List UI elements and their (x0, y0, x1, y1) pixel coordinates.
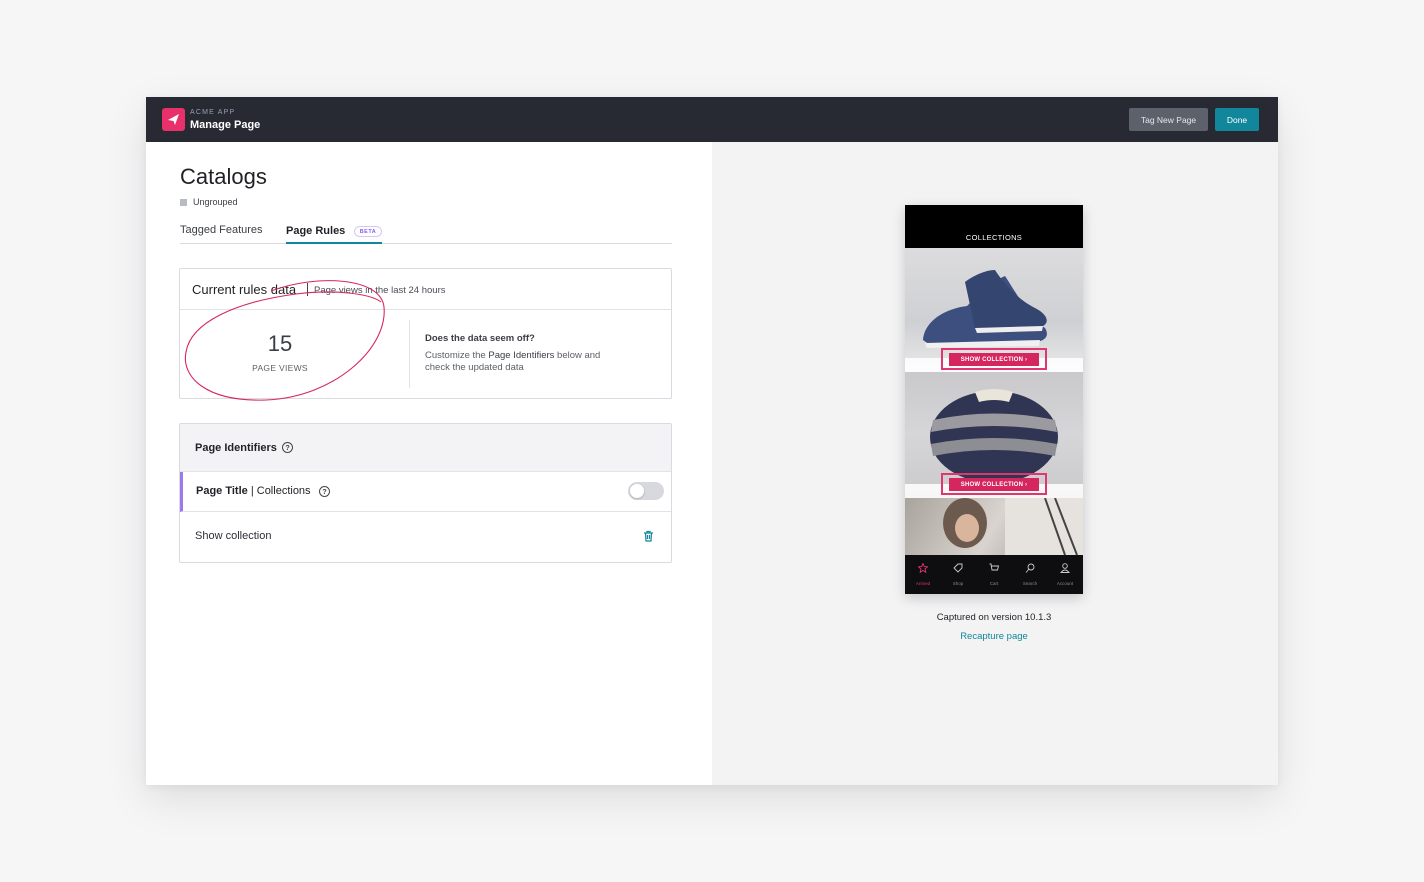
app-name: ACME APP (190, 109, 236, 116)
card-title: Current rules data (192, 282, 297, 297)
tab-bar: Tagged Features Page Rules BETA (180, 220, 672, 244)
group-label: Ungrouped (193, 197, 238, 207)
nav-item-account: Account (1047, 560, 1083, 586)
show-collection-button[interactable]: SHOW COLLECTION › (949, 478, 1039, 491)
tag-icon (953, 563, 963, 573)
identifier-row-page-title: Page Title | Collections ? (180, 472, 671, 512)
nav-item-arrived: Arrived (905, 560, 941, 586)
nav-item-search: Search (1012, 560, 1048, 586)
page-views-label: PAGE VIEWS (252, 363, 308, 373)
identifier-label: Show collection (195, 530, 272, 542)
page-screenshot-preview: COLLECTIONS SHOW COLLECTION › SHOW COLLE… (905, 205, 1083, 594)
card-title: Page Identifiers (195, 442, 277, 454)
preview-bottom-nav: Arrived Shop Cart Search Account (905, 555, 1083, 594)
lifestyle-image (943, 498, 1083, 555)
toggle-knob (630, 484, 644, 498)
card-header: Current rules data Page views in the las… (180, 269, 671, 310)
app-logo-icon (162, 108, 185, 131)
page-title: Catalogs (180, 164, 267, 189)
trash-icon[interactable] (643, 529, 654, 547)
data-question-text: Customize the Page Identifiers below and… (425, 350, 601, 373)
card-header: Page Identifiers ? (180, 424, 671, 472)
card-subtitle: Page views in the last 24 hours (314, 285, 446, 296)
tag-new-page-button[interactable]: Tag New Page (1129, 108, 1208, 131)
collection-tile-shoes: SHOW COLLECTION › (905, 248, 1083, 372)
collection-tile-lifestyle (905, 498, 1083, 555)
star-icon (917, 562, 929, 574)
tab-tagged-features[interactable]: Tagged Features (180, 224, 263, 236)
show-collection-button[interactable]: SHOW COLLECTION › (949, 353, 1039, 366)
recapture-page-link[interactable]: Recapture page (905, 631, 1083, 642)
help-icon[interactable]: ? (282, 442, 293, 453)
captured-version-text: Captured on version 10.1.3 (936, 612, 1052, 623)
nav-item-cart: Cart (976, 560, 1012, 586)
collection-tile-sweater: SHOW COLLECTION › (905, 372, 1083, 498)
current-rules-card: Current rules data Page views in the las… (179, 268, 672, 399)
search-icon (1025, 563, 1035, 573)
preview-header: COLLECTIONS (905, 205, 1083, 248)
beta-badge: BETA (354, 226, 382, 237)
page-preview-panel: COLLECTIONS SHOW COLLECTION › SHOW COLLE… (712, 142, 1278, 785)
page-title-toggle[interactable] (628, 482, 664, 500)
page-group[interactable]: Ungrouped (180, 197, 238, 207)
identifier-label: Page Title | Collections (196, 485, 311, 497)
divider (409, 320, 410, 388)
data-question-title: Does the data seem off? (425, 333, 535, 344)
nav-item-shop: Shop (940, 560, 976, 586)
app-window: ACME APP Manage Page Tag New Page Done C… (146, 97, 1278, 785)
cart-icon (989, 563, 1000, 571)
done-button[interactable]: Done (1215, 108, 1259, 131)
page-details-panel: Catalogs Ungrouped Tagged Features Page … (146, 142, 712, 785)
app-title: Manage Page (190, 119, 261, 131)
user-icon (1060, 563, 1070, 573)
page-identifiers-link-text: Page Identifiers (488, 350, 555, 361)
group-color-swatch (180, 198, 187, 206)
identifier-row-show-collection: Show collection (180, 512, 671, 562)
preview-screen-title: COLLECTIONS (965, 233, 1023, 242)
help-icon[interactable]: ? (319, 486, 330, 497)
divider (307, 283, 308, 296)
page-identifiers-card: Page Identifiers ? Page Title | Collecti… (179, 423, 672, 563)
active-tab-indicator (286, 242, 382, 244)
page-views-count: 15 (267, 331, 293, 356)
top-bar: ACME APP Manage Page Tag New Page Done (146, 97, 1278, 142)
